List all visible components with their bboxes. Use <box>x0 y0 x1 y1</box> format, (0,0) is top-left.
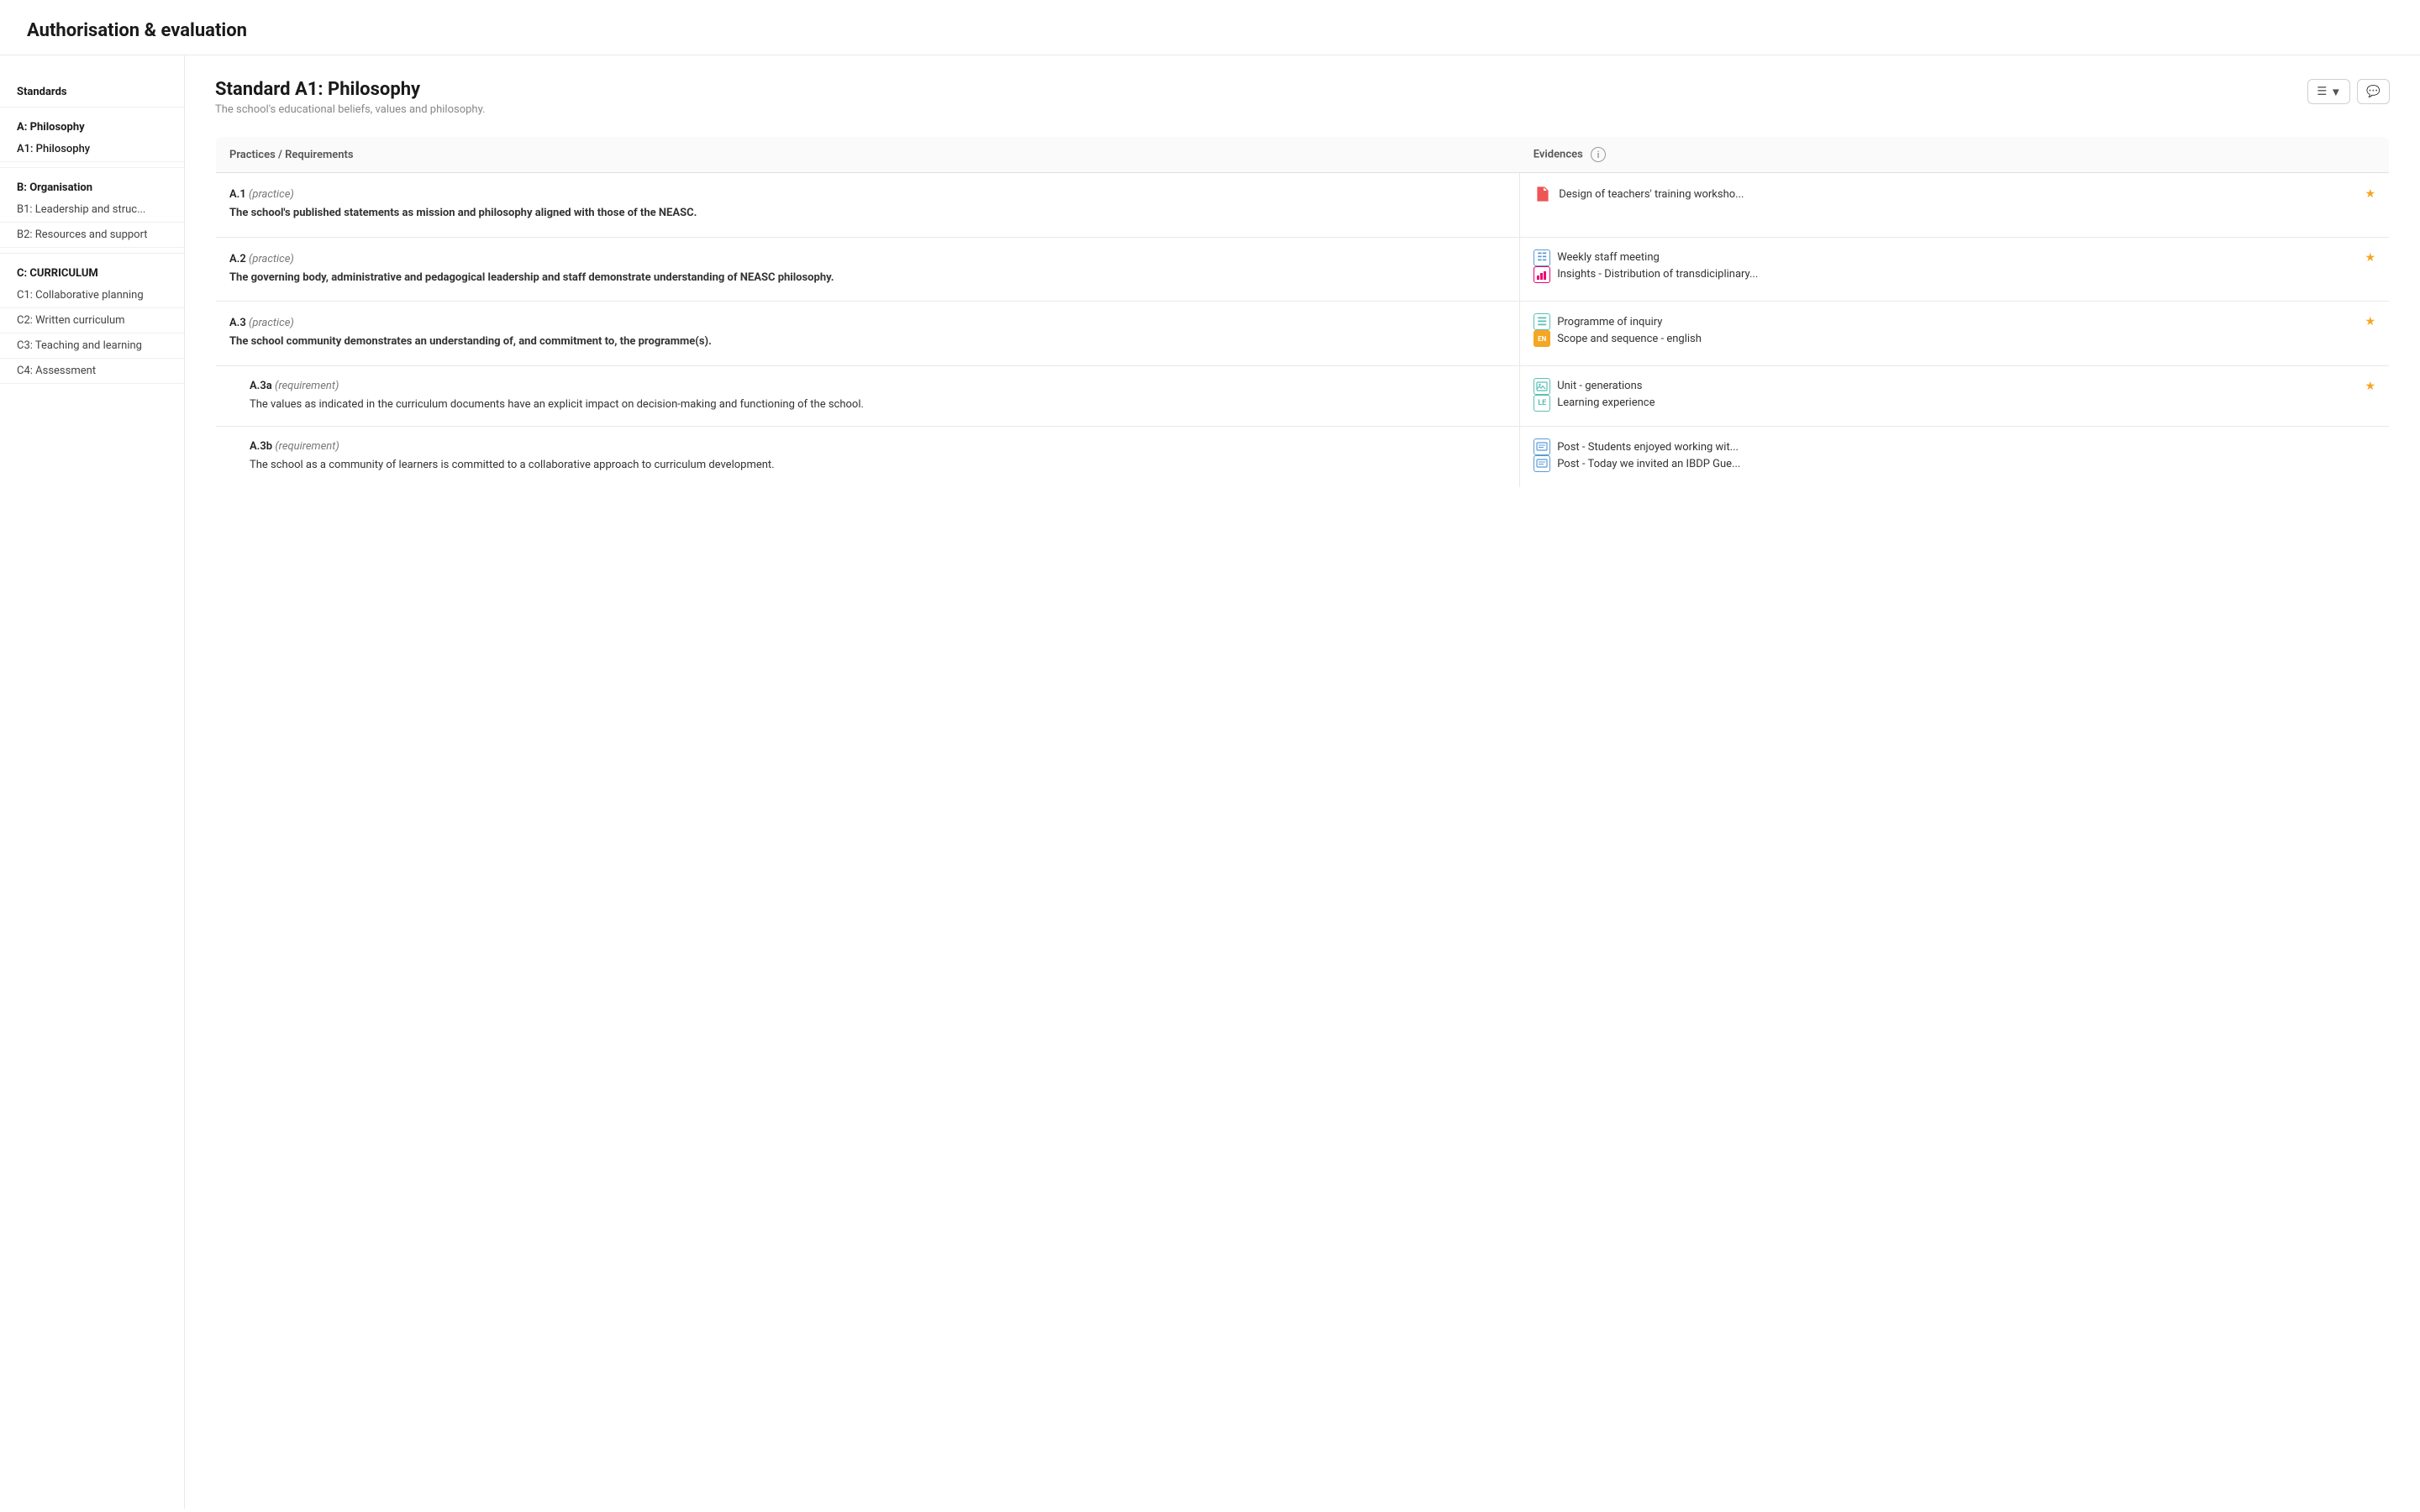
practice-cell: A.3 (practice) The school community demon… <box>216 302 1520 366</box>
evidence-cell: ☷ Weekly staff meeting ★ Insights - Distrib… <box>1520 237 2390 302</box>
practice-id: A.1 <box>229 188 246 201</box>
practice-cell: A.2 (practice) The governing body, admini… <box>216 237 1520 302</box>
sidebar-section-a: A: Philosophy <box>0 114 184 137</box>
standard-subtitle: The school's educational beliefs, values… <box>215 103 485 116</box>
evidence-label: Design of teachers' training worksho... <box>1559 188 2358 201</box>
practice-label: A.3b (requirement) <box>250 440 1506 453</box>
dropdown-arrow-icon: ▼ <box>2330 86 2341 98</box>
table-row: A.1 (practice) The school's published sta… <box>216 173 2390 238</box>
evidence-label: Weekly staff meeting <box>1557 251 2358 264</box>
evidence-label: Post - Today we invited an IBDP Gue... <box>1557 458 2375 470</box>
practice-label: A.1 (practice) <box>229 188 1506 201</box>
sidebar-item-b2[interactable]: B2: Resources and support <box>0 223 184 248</box>
sidebar-section-b: B: Organisation <box>0 175 184 197</box>
star-icon[interactable]: ★ <box>2365 187 2375 201</box>
scope-icon: EN <box>1534 330 1550 347</box>
evidence-label: Insights - Distribution of transdiciplin… <box>1557 268 2375 281</box>
table-row: A.3 (practice) The school community demon… <box>216 302 2390 366</box>
poi-icon: ☰ <box>1534 313 1550 330</box>
practice-cell: A.1 (practice) The school's published sta… <box>216 173 1520 238</box>
star-icon[interactable]: ★ <box>2365 380 2375 393</box>
evidence-label: Programme of inquiry <box>1557 316 2358 328</box>
evidence-cell: ☰ Programme of inquiry ★ EN Scope and sequen… <box>1520 302 2390 366</box>
practice-cell: A.3b (requirement) The school as a commun… <box>216 427 1520 488</box>
chart-icon <box>1534 266 1550 283</box>
practice-id: A.3b <box>250 440 272 453</box>
standard-header: Standard A1: Philosophy The school's edu… <box>215 79 2390 116</box>
evidence-item[interactable]: LE Learning experience <box>1534 395 2375 412</box>
app-header: Authorisation & evaluation <box>0 0 2420 55</box>
evidence-item[interactable]: ☰ Programme of inquiry ★ <box>1534 313 2375 330</box>
practice-type: (practice) <box>249 188 294 201</box>
table-row: A.3a (requirement) The values as indicate… <box>216 365 2390 427</box>
list-icon: ☰ <box>2317 85 2327 98</box>
evidence-item[interactable]: ☷ Weekly staff meeting ★ <box>1534 249 2375 266</box>
sidebar-item-a1[interactable]: A1: Philosophy <box>0 137 184 162</box>
practice-type: (practice) <box>249 253 294 265</box>
comment-button[interactable]: 💬 <box>2357 79 2390 104</box>
evidence-item[interactable]: Unit - generations ★ <box>1534 378 2375 395</box>
toolbar-buttons: ☰ ▼ 💬 <box>2307 79 2390 104</box>
layout: Standards A: Philosophy A1: Philosophy B… <box>0 55 2420 1509</box>
practice-label: A.2 (practice) <box>229 253 1506 265</box>
evidence-info-icon[interactable]: i <box>1591 147 1606 162</box>
le-icon: LE <box>1534 395 1550 412</box>
practice-text: The school community demonstrates an und… <box>229 333 1506 350</box>
list-view-button[interactable]: ☰ ▼ <box>2307 79 2350 104</box>
evidence-cell: Unit - generations ★ LE Learning experience <box>1520 365 2390 427</box>
col-practice-header: Practices / Requirements <box>216 137 1520 173</box>
post-icon <box>1534 438 1550 455</box>
sidebar-item-c3[interactable]: C3: Teaching and learning <box>0 333 184 359</box>
practice-text: The governing body, administrative and p… <box>229 270 1506 286</box>
post-icon <box>1534 455 1550 472</box>
practice-id: A.3 <box>229 317 246 329</box>
svg-text:PDF: PDF <box>1539 194 1546 199</box>
evidence-item[interactable]: EN Scope and sequence - english <box>1534 330 2375 347</box>
evidence-cell: Post - Students enjoyed working wit... Po… <box>1520 427 2390 488</box>
table-row: A.3b (requirement) The school as a commun… <box>216 427 2390 488</box>
sidebar-item-c1[interactable]: C1: Collaborative planning <box>0 283 184 308</box>
practice-label: A.3 (practice) <box>229 317 1506 329</box>
sidebar-standards-label: Standards <box>0 79 184 102</box>
evidence-label: Learning experience <box>1557 396 2375 409</box>
app-title: Authorisation & evaluation <box>27 20 2393 41</box>
sidebar-item-c4[interactable]: C4: Assessment <box>0 359 184 384</box>
practice-type: (requirement) <box>275 380 339 392</box>
practice-id: A.2 <box>229 253 246 265</box>
evidence-table: Practices / Requirements Evidences i A.1… <box>215 136 2390 488</box>
pdf-icon: PDF <box>1534 185 1552 203</box>
practice-id: A.3a <box>250 380 272 392</box>
practice-text: The values as indicated in the curriculu… <box>250 396 1506 413</box>
main-content: Standard A1: Philosophy The school's edu… <box>185 55 2420 1509</box>
evidence-item[interactable]: Insights - Distribution of transdiciplin… <box>1534 266 2375 283</box>
practice-type: (practice) <box>249 317 294 329</box>
col-evidence-header: Evidences i <box>1520 137 2390 173</box>
table-header-row: Practices / Requirements Evidences i <box>216 137 2390 173</box>
comment-icon: 💬 <box>2366 85 2381 98</box>
standard-title: Standard A1: Philosophy <box>215 79 485 100</box>
sidebar: Standards A: Philosophy A1: Philosophy B… <box>0 55 185 1509</box>
star-icon[interactable]: ★ <box>2365 251 2375 265</box>
evidence-label: Unit - generations <box>1557 380 2358 392</box>
practice-text: The school as a community of learners is… <box>250 457 1506 474</box>
evidence-label: Post - Students enjoyed working wit... <box>1557 441 2375 454</box>
practice-cell: A.3a (requirement) The values as indicate… <box>216 365 1520 427</box>
sidebar-item-c2[interactable]: C2: Written curriculum <box>0 308 184 333</box>
practice-type: (requirement) <box>275 440 339 453</box>
practice-text: The school's published statements as mis… <box>229 205 1506 222</box>
practice-label: A.3a (requirement) <box>250 380 1506 392</box>
table-icon: ☷ <box>1534 249 1550 266</box>
image-icon <box>1534 378 1550 395</box>
evidence-item[interactable]: Post - Today we invited an IBDP Gue... <box>1534 455 2375 472</box>
evidence-label: Scope and sequence - english <box>1557 333 2375 345</box>
sidebar-item-b1[interactable]: B1: Leadership and struc... <box>0 197 184 223</box>
evidence-item[interactable]: PDF Design of teachers' training worksho.… <box>1534 185 2375 203</box>
star-icon[interactable]: ★ <box>2365 315 2375 328</box>
evidence-item[interactable]: Post - Students enjoyed working wit... <box>1534 438 2375 455</box>
table-row: A.2 (practice) The governing body, admini… <box>216 237 2390 302</box>
sidebar-section-c: C: CURRICULUM <box>0 260 184 283</box>
evidence-cell: PDF Design of teachers' training worksho.… <box>1520 173 2390 238</box>
